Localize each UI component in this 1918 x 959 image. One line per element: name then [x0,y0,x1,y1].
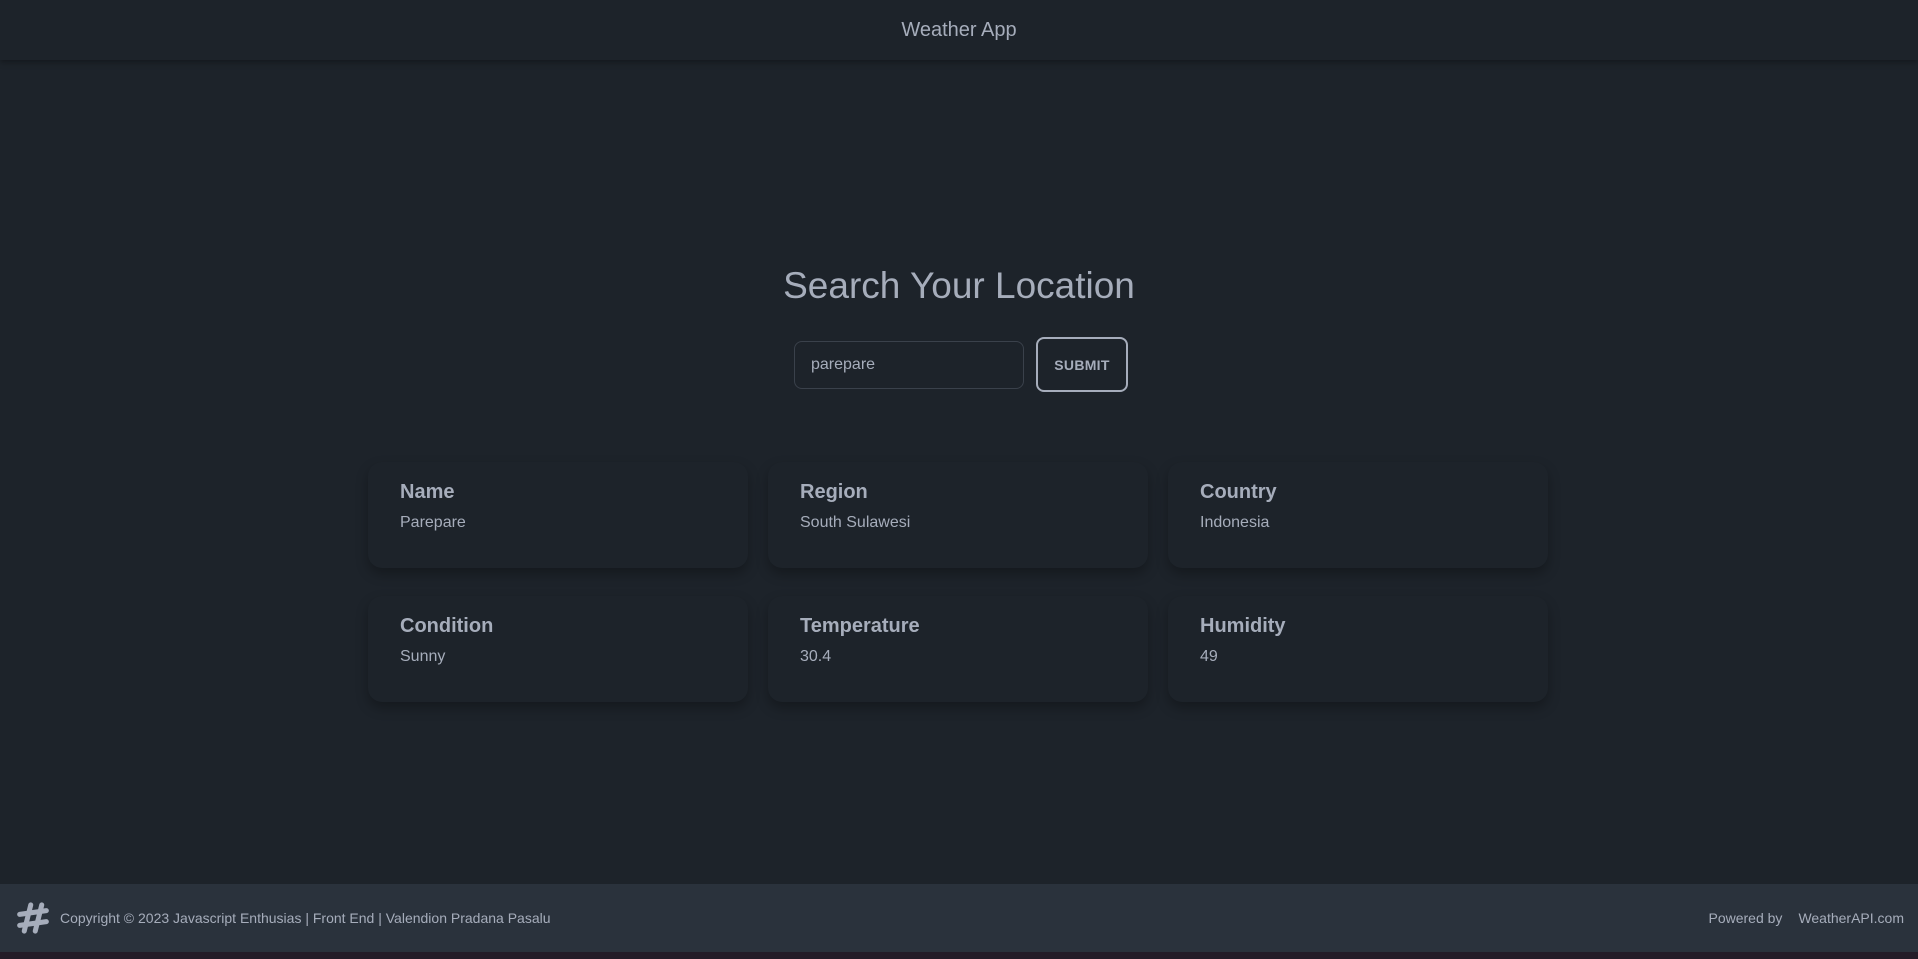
card-value: 49 [1200,648,1218,665]
hashtag-logo-icon [14,899,52,937]
card-name: Name Parepare [368,462,748,568]
powered-by-label: Powered by [1708,910,1783,926]
card-value: Indonesia [1200,514,1270,531]
card-label: Region [800,481,868,503]
copyright-text: Copyright © 2023 Javascript Enthusias | … [60,910,551,926]
footer: Copyright © 2023 Javascript Enthusias | … [0,884,1918,952]
card-label: Humidity [1200,615,1286,637]
card-condition: Condition Sunny [368,596,748,702]
weatherapi-link[interactable]: WeatherAPI.com [1798,910,1904,926]
card-temperature: Temperature 30.4 [768,596,1148,702]
card-value: Parepare [400,514,466,531]
card-label: Name [400,481,455,503]
app-title[interactable]: Weather App [901,19,1016,42]
card-country: Country Indonesia [1168,462,1548,568]
weather-info-grid: Name Parepare Region South Sulawesi Coun… [368,462,1552,702]
card-label: Temperature [800,615,920,637]
footer-left: Copyright © 2023 Javascript Enthusias | … [14,899,551,937]
card-label: Condition [400,615,494,637]
bottom-strip [0,952,1918,959]
card-value: South Sulawesi [800,514,911,531]
submit-button[interactable]: SUBMIT [1036,337,1128,392]
search-form: SUBMIT [794,337,1128,392]
card-region: Region South Sulawesi [768,462,1148,568]
footer-right: Powered by WeatherAPI.com [1709,910,1905,926]
search-heading: Search Your Location [783,265,1135,306]
navbar: Weather App [0,0,1918,60]
location-search-input[interactable] [794,340,1024,389]
card-label: Country [1200,481,1277,503]
card-humidity: Humidity 49 [1168,596,1548,702]
card-value: Sunny [400,648,446,665]
card-value: 30.4 [800,648,832,665]
